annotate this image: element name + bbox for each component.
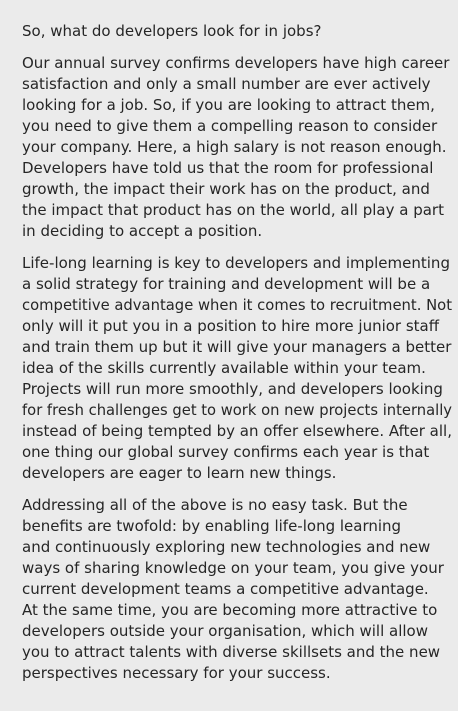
- text-line: looking for a job. So, if you are lookin…: [22, 96, 435, 114]
- document-page: So, what do developers look for in jobs?…: [0, 0, 458, 711]
- text-line: perspectives necessary for your success.: [22, 664, 331, 682]
- text-line: Life-long learning is key to developers …: [22, 254, 450, 272]
- text-line: for fresh challenges get to work on new …: [22, 401, 453, 419]
- text-line: developers outside your organisation, wh…: [22, 622, 428, 640]
- text-line: your company. Here, a high salary is not…: [22, 138, 447, 156]
- text-line: a solid strategy for training and develo…: [22, 275, 431, 293]
- paragraph-3: Addressing all of the above is no easy t…: [22, 495, 448, 684]
- text-line: competitive advantage when it comes to r…: [22, 296, 452, 314]
- text-line: Projects will run more smoothly, and dev…: [22, 380, 443, 398]
- text-line: one thing our global survey confirms eac…: [22, 443, 430, 461]
- text-line: growth, the impact their work has on the…: [22, 180, 430, 198]
- text-line: satisfaction and only a small number are…: [22, 75, 431, 93]
- text-line: Addressing all of the above is no easy t…: [22, 496, 408, 514]
- paragraph-2: Life-long learning is key to developers …: [22, 253, 453, 484]
- text-line: and train them up but it will give your …: [22, 338, 452, 356]
- text-line: only will it put you in a position to hi…: [22, 317, 440, 335]
- text-line: in deciding to accept a position.: [22, 222, 263, 240]
- text-line: benefits are twofold: by enabling life-l…: [22, 517, 402, 535]
- text-line: idea of the skills currently available w…: [22, 359, 426, 377]
- text-line: and continuously exploring new technolog…: [22, 538, 431, 556]
- text-line: ways of sharing knowledge on your team, …: [22, 559, 444, 577]
- text-line: you to attract talents with diverse skil…: [22, 643, 441, 661]
- section-heading: So, what do developers look for in jobs?: [22, 22, 322, 40]
- text-line: At the same time, you are becoming more …: [22, 601, 438, 619]
- text-line: current development teams a competitive …: [22, 580, 429, 598]
- text-line: Developers have told us that the room fo…: [22, 159, 434, 177]
- text-line: the impact that product has on the world…: [22, 201, 444, 219]
- text-line: instead of being tempted by an offer els…: [22, 422, 452, 440]
- paragraph-1: Our annual survey confirms developers ha…: [22, 53, 450, 242]
- text-line: you need to give them a compelling reaso…: [22, 117, 438, 135]
- text-line: Our annual survey confirms developers ha…: [22, 54, 450, 72]
- text-line: developers are eager to learn new things…: [22, 464, 337, 482]
